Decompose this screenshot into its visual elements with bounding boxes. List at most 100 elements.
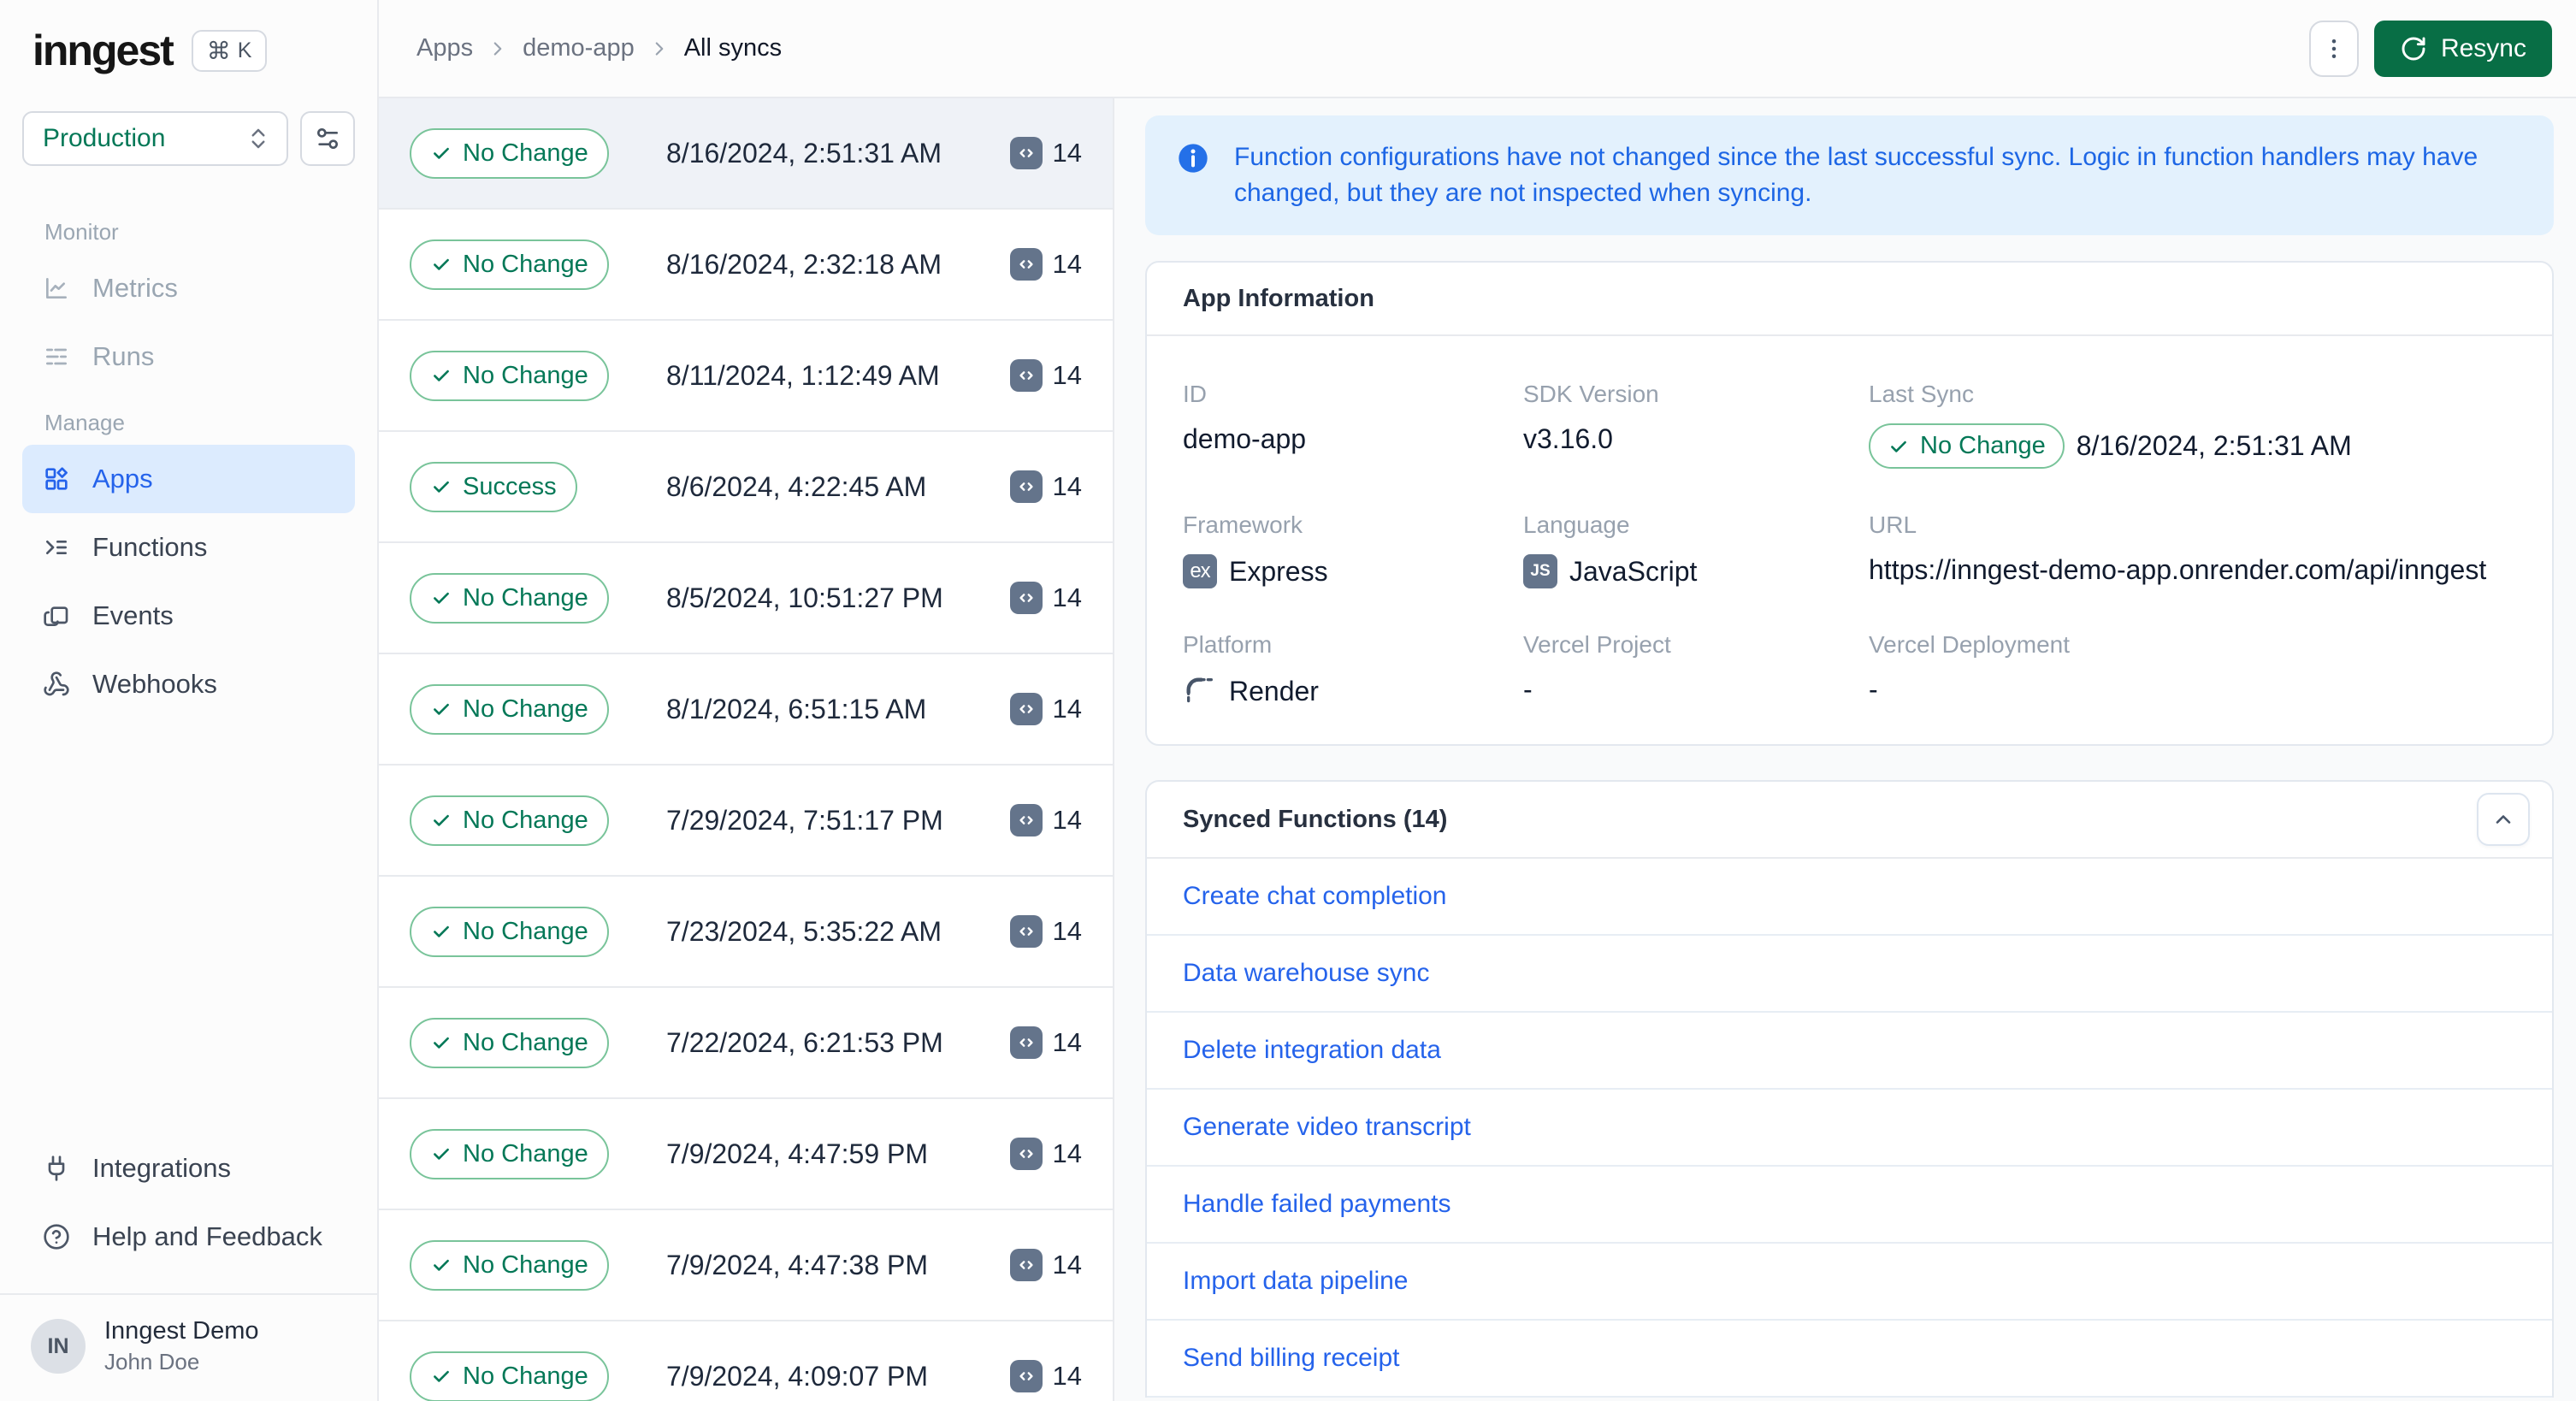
sync-row[interactable]: No Change 7/9/2024, 4:47:59 PM 14	[379, 1099, 1113, 1210]
function-row[interactable]: Create chat completion	[1147, 859, 2552, 936]
function-link[interactable]: Create chat completion	[1183, 882, 1447, 911]
sidebar-item-events[interactable]: Events	[22, 582, 355, 650]
check-icon	[430, 809, 452, 831]
status-badge-label: No Change	[463, 917, 588, 945]
sync-row[interactable]: No Change 7/9/2024, 4:47:38 PM 14	[379, 1210, 1113, 1321]
more-options-button[interactable]	[2308, 20, 2359, 77]
sync-timestamp: 7/22/2024, 6:21:53 PM	[666, 1026, 943, 1058]
main-panel: Function configurations have not changed…	[1114, 98, 2576, 1401]
breadcrumb-app-name[interactable]: demo-app	[523, 34, 635, 62]
sync-row[interactable]: No Change 7/29/2024, 7:51:17 PM 14	[379, 766, 1113, 877]
field-label: Platform	[1183, 631, 1273, 658]
sidebar-item-metrics[interactable]: Metrics	[22, 254, 355, 322]
function-row[interactable]: Send billing receipt	[1147, 1321, 2552, 1398]
sync-status-cell: No Change	[410, 795, 666, 846]
sidebar-item-integrations[interactable]: Integrations	[22, 1134, 355, 1203]
check-icon	[430, 364, 452, 387]
status-badge-label: No Change	[463, 583, 588, 612]
code-icon	[1009, 248, 1043, 281]
function-row[interactable]: Delete integration data	[1147, 1013, 2552, 1090]
function-count-value: 14	[1052, 1027, 1082, 1057]
status-badge-label: No Change	[463, 250, 588, 278]
function-row[interactable]: Data warehouse sync	[1147, 936, 2552, 1013]
line-chart-icon	[43, 275, 70, 302]
sync-status-cell: No Change	[410, 1239, 666, 1291]
sync-row[interactable]: Success 8/6/2024, 4:22:45 AM 14	[379, 432, 1113, 543]
sync-timestamp: 7/29/2024, 7:51:17 PM	[666, 804, 943, 836]
breadcrumb-apps[interactable]: Apps	[417, 34, 473, 62]
sync-function-count: 14	[1009, 1249, 1082, 1281]
collapse-button[interactable]	[2477, 793, 2530, 846]
sync-status-cell: No Change	[410, 239, 666, 290]
sync-timestamp: 7/9/2024, 4:09:07 PM	[666, 1360, 928, 1392]
function-link[interactable]: Send billing receipt	[1183, 1344, 1400, 1373]
check-icon	[430, 1365, 452, 1387]
sidebar-item-runs[interactable]: Runs	[22, 322, 355, 391]
sync-status-cell: No Change	[410, 350, 666, 401]
sync-function-count: 14	[1009, 248, 1082, 281]
sync-row[interactable]: No Change 8/16/2024, 2:51:31 AM 14	[379, 98, 1113, 210]
code-icon	[1009, 1360, 1043, 1392]
function-link[interactable]: Import data pipeline	[1183, 1267, 1409, 1296]
function-link[interactable]: Delete integration data	[1183, 1036, 1441, 1065]
status-badge-label: No Change	[463, 1250, 588, 1279]
function-count-value: 14	[1052, 805, 1082, 835]
sidebar-item-label: Integrations	[92, 1153, 231, 1183]
render-icon	[1183, 674, 1217, 708]
sync-row[interactable]: No Change 7/9/2024, 4:09:07 PM 14	[379, 1321, 1113, 1401]
sync-timestamp: 7/9/2024, 4:47:38 PM	[666, 1249, 928, 1280]
function-count-value: 14	[1052, 138, 1082, 168]
environment-settings-button[interactable]	[300, 111, 355, 166]
field-sdk-version: SDK Version v3.16.0	[1523, 381, 1869, 469]
user-menu[interactable]: IN Inngest Demo John Doe	[22, 1295, 355, 1401]
kebab-icon	[2321, 36, 2347, 62]
user-org: Inngest Demo	[104, 1317, 259, 1345]
runs-list-icon	[43, 343, 70, 370]
avatar: IN	[31, 1319, 86, 1374]
code-icon	[1009, 137, 1043, 169]
language-value: JavaScript	[1569, 555, 1698, 587]
sidebar-item-webhooks[interactable]: Webhooks	[22, 650, 355, 718]
sync-row[interactable]: No Change 8/11/2024, 1:12:49 AM 14	[379, 321, 1113, 432]
function-link[interactable]: Data warehouse sync	[1183, 959, 1430, 988]
function-count-value: 14	[1052, 694, 1082, 724]
function-link[interactable]: Generate video transcript	[1183, 1113, 1471, 1142]
command-k-shortcut[interactable]: ⌘ K	[191, 29, 268, 72]
sidebar-item-functions[interactable]: Functions	[22, 513, 355, 582]
app-root: inngest ⌘ K Production Monitor Metrics R…	[0, 0, 2576, 1401]
field-label: Framework	[1183, 511, 1303, 538]
sync-row[interactable]: No Change 8/16/2024, 2:32:18 AM 14	[379, 210, 1113, 321]
sync-status-cell: No Change	[410, 683, 666, 735]
sync-function-count: 14	[1009, 915, 1082, 948]
function-link[interactable]: Handle failed payments	[1183, 1190, 1451, 1219]
environment-row: Production	[22, 111, 355, 166]
field-vercel-project: Vercel Project -	[1523, 631, 1869, 708]
sidebar-item-help[interactable]: Help and Feedback	[22, 1203, 355, 1271]
function-row[interactable]: Import data pipeline	[1147, 1244, 2552, 1321]
status-badge: No Change	[410, 1239, 609, 1291]
sync-row[interactable]: No Change 7/22/2024, 6:21:53 PM 14	[379, 988, 1113, 1099]
sync-function-count: 14	[1009, 804, 1082, 836]
sync-timestamp: 8/1/2024, 6:51:15 AM	[666, 693, 927, 724]
function-row[interactable]: Generate video transcript	[1147, 1090, 2552, 1167]
sync-function-count: 14	[1009, 137, 1082, 169]
field-value: Render	[1183, 674, 1523, 708]
sync-row[interactable]: No Change 7/23/2024, 5:35:22 AM 14	[379, 877, 1113, 988]
field-label: Vercel Project	[1523, 631, 1671, 658]
sidebar-item-apps[interactable]: Apps	[22, 445, 355, 513]
status-badge-label: No Change	[463, 1362, 588, 1390]
environment-select[interactable]: Production	[22, 111, 288, 166]
sync-timestamp: 7/23/2024, 5:35:22 AM	[666, 915, 942, 947]
function-row[interactable]: Handle failed payments	[1147, 1167, 2552, 1244]
field-url: URL https://inngest-demo-app.onrender.co…	[1869, 511, 2518, 588]
resync-button[interactable]: Resync	[2373, 20, 2552, 77]
section-label-manage: Manage	[44, 410, 125, 435]
check-icon	[430, 1143, 452, 1165]
plug-icon	[43, 1155, 70, 1182]
sidebar-item-label: Events	[92, 600, 174, 630]
field-value: No Change 8/16/2024, 2:51:31 AM	[1869, 423, 2518, 469]
sync-row[interactable]: No Change 8/1/2024, 6:51:15 AM 14	[379, 654, 1113, 766]
sync-row[interactable]: No Change 8/5/2024, 10:51:27 PM 14	[379, 543, 1113, 654]
webhook-icon	[43, 671, 70, 698]
last-sync-timestamp: 8/16/2024, 2:51:31 AM	[2076, 430, 2352, 461]
